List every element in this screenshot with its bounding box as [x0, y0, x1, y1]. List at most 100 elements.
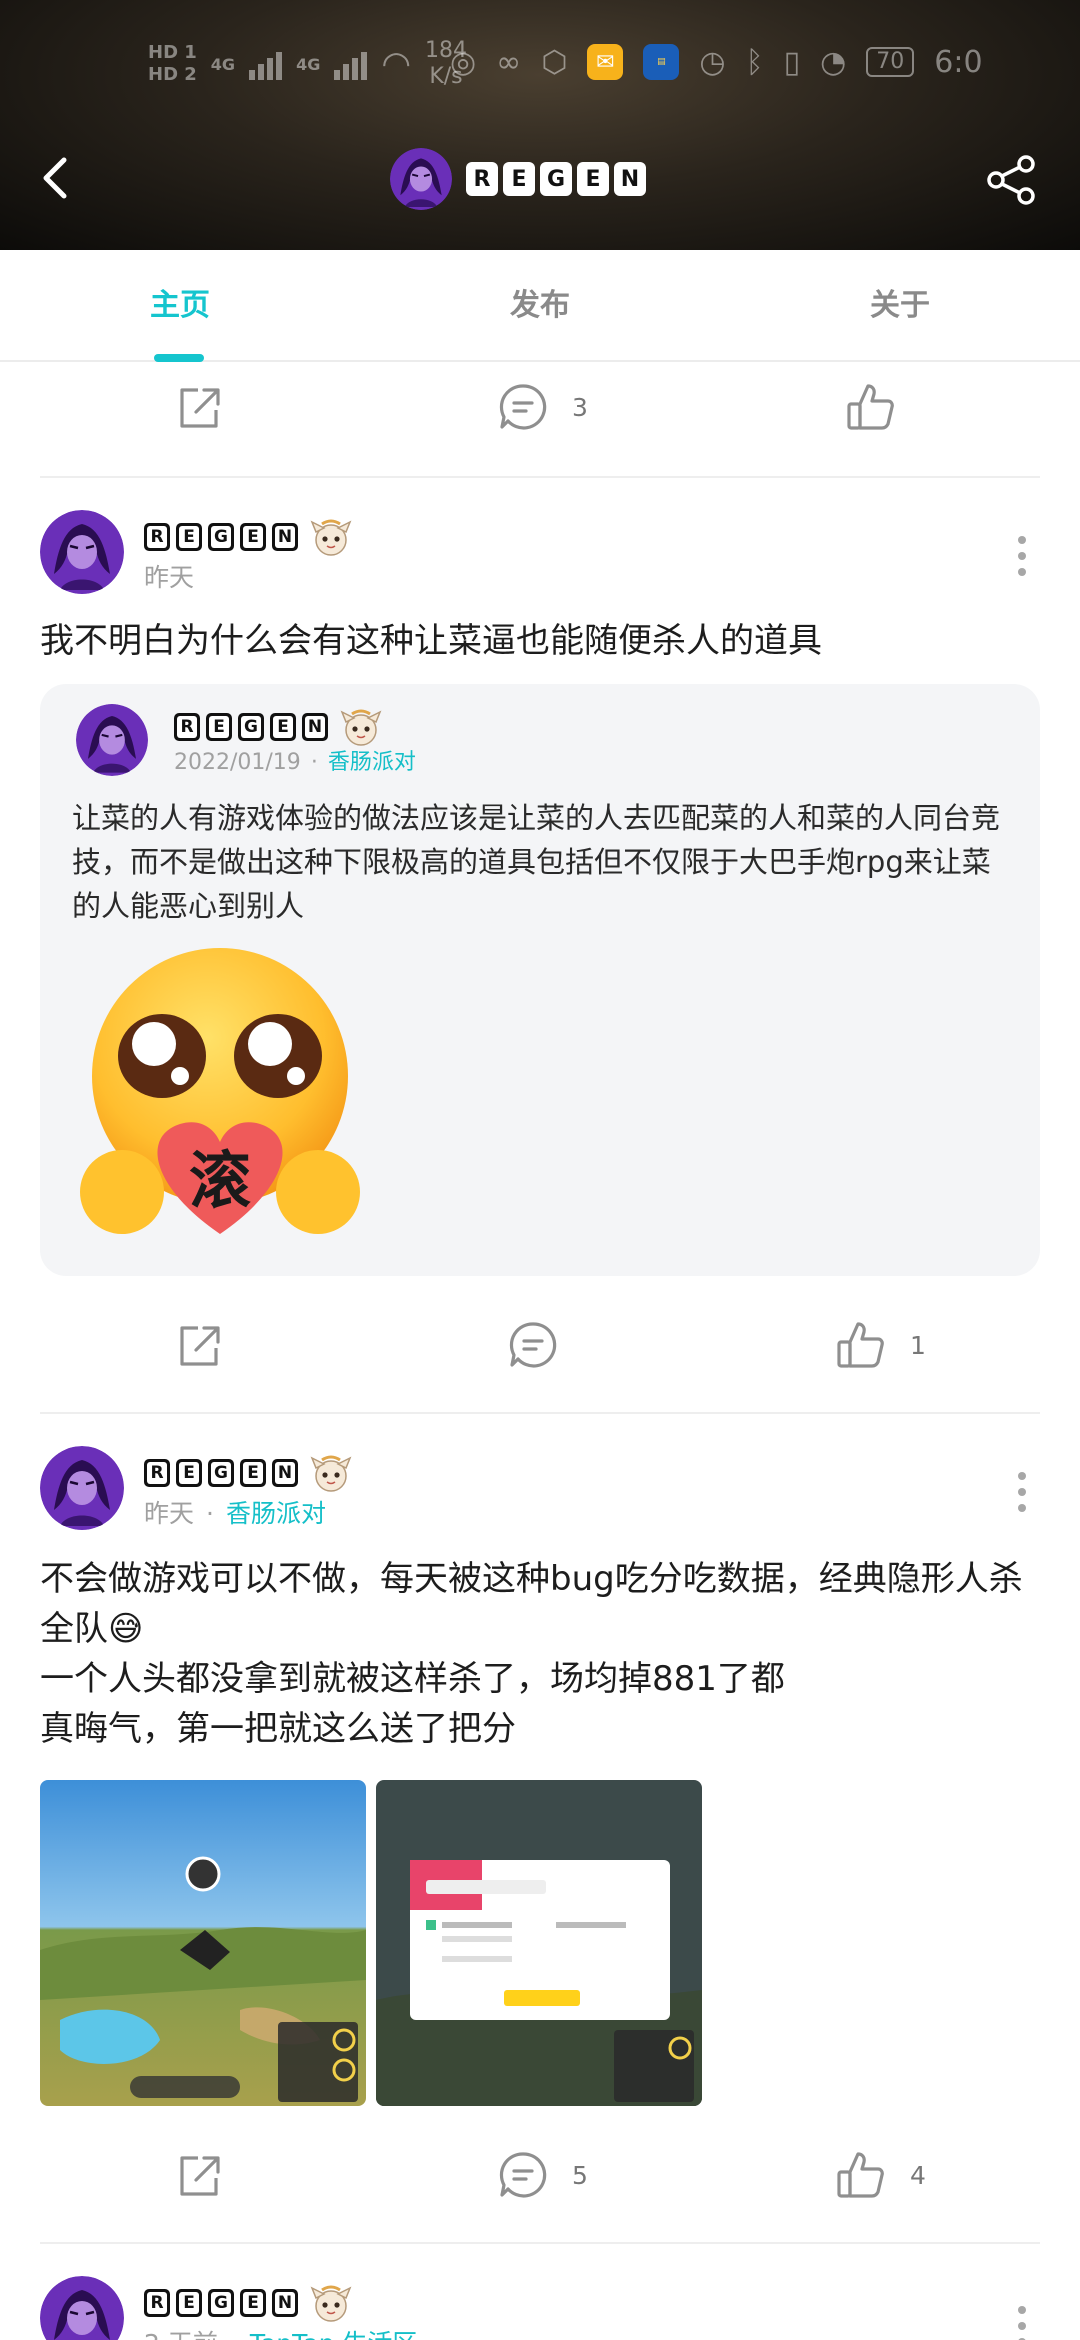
- post-actions: 5 4: [0, 2130, 1080, 2220]
- avatar[interactable]: [40, 2276, 124, 2340]
- like-button[interactable]: [844, 362, 920, 452]
- avatar[interactable]: [40, 1446, 124, 1530]
- name-letter: E: [240, 523, 266, 551]
- comment-count: 5: [572, 2160, 588, 2190]
- name-letter: G: [208, 2289, 234, 2317]
- quoted-post[interactable]: R E G E N 2022/01/19 · 香肠派对 让菜的人有游戏体验的做法应该…: [40, 684, 1040, 1276]
- network-type-2: 4G: [296, 54, 321, 74]
- author-name[interactable]: R E G E N: [144, 2282, 352, 2324]
- vibrate-icon: ▯: [783, 44, 801, 80]
- like-button[interactable]: 4: [834, 2130, 926, 2220]
- tab-about[interactable]: 关于: [800, 250, 1000, 362]
- forward-button[interactable]: [172, 362, 226, 452]
- status-left: HD 1 HD 2 4G 4G ◠ 184 K/s: [148, 38, 467, 90]
- emoji-sticker-image[interactable]: 滚: [70, 946, 370, 1246]
- quoted-author-name[interactable]: R E G E N: [174, 706, 382, 748]
- name-letter: E: [270, 713, 296, 741]
- alarm-icon: ◷: [699, 44, 726, 80]
- name-letter: R: [174, 713, 200, 741]
- network-type-1: 4G: [210, 54, 236, 74]
- post-time: 昨天: [144, 1499, 195, 1528]
- name-letter: R: [144, 1459, 170, 1487]
- author-name[interactable]: R E G E N: [144, 1452, 352, 1494]
- name-letter: N: [302, 713, 328, 741]
- link-icon: ∞: [496, 44, 522, 80]
- forward-button[interactable]: [172, 2130, 226, 2220]
- like-button[interactable]: 1: [834, 1300, 926, 1390]
- user-badge-icon: [310, 2282, 352, 2324]
- sync-icon: ◎: [450, 44, 477, 80]
- user-badge-icon: [310, 1452, 352, 1494]
- name-letter: N: [272, 1459, 298, 1487]
- more-options-icon[interactable]: [1012, 536, 1032, 576]
- name-letter: G: [238, 713, 264, 741]
- comment-icon: [506, 1318, 560, 1372]
- comment-count: 3: [572, 392, 588, 422]
- app-header: HD 1 HD 2 4G 4G ◠ 184 K/s ◎ ∞ ⬡ ✉ ▤ ◷ ᛒ ▯…: [0, 0, 1080, 250]
- quoted-text: 让菜的人有游戏体验的做法应该是让菜的人去匹配菜的人和菜的人同台竞技，而不是做出这…: [72, 801, 1001, 923]
- post-text[interactable]: 不会做游戏可以不做，每天被这种bug吃分吃数据，经典隐形人杀全队😅 一个人头都没…: [40, 1554, 1040, 1754]
- game-app-icon: ▤: [643, 44, 680, 80]
- comment-button[interactable]: [506, 1300, 582, 1390]
- forward-button[interactable]: [172, 1300, 226, 1390]
- mail-app-icon: ✉: [587, 44, 624, 80]
- name-letter: G: [208, 1459, 234, 1487]
- status-bar: HD 1 HD 2 4G 4G ◠ 184 K/s ◎ ∞ ⬡ ✉ ▤ ◷ ᛒ ▯…: [0, 30, 1080, 110]
- clock: 6:0: [934, 44, 983, 80]
- comment-button[interactable]: 3: [496, 362, 588, 452]
- name-letter: E: [176, 2289, 202, 2317]
- divider: [40, 2242, 1040, 2244]
- tab-home[interactable]: 主页: [80, 250, 280, 362]
- author-name[interactable]: R E G E N: [144, 516, 352, 558]
- game-screenshot-image[interactable]: [40, 1780, 366, 2106]
- avatar[interactable]: [76, 704, 148, 776]
- shield-icon: ⬡: [541, 44, 568, 80]
- back-button[interactable]: [30, 150, 80, 206]
- avatar[interactable]: [40, 510, 124, 594]
- bluetooth-icon: ᛒ: [745, 44, 764, 80]
- share-nodes-icon: [987, 155, 1035, 205]
- like-icon: [834, 2148, 888, 2202]
- post-text[interactable]: 我不明白为什么会有这种让菜逼也能随便杀人的道具: [40, 616, 1040, 666]
- post-meta: 昨天: [144, 558, 194, 594]
- name-letter: E: [176, 523, 202, 551]
- report-dialog-screenshot-image[interactable]: [376, 1780, 702, 2106]
- name-letter: N: [272, 523, 298, 551]
- comment-icon: [496, 2148, 550, 2202]
- forum-tag[interactable]: TapTap 生活区: [250, 2329, 418, 2340]
- tab-bar: 主页 发布 关于: [0, 250, 1080, 362]
- post-header: R E G E N 2 天前·TapTap 生活区: [40, 2276, 1040, 2340]
- forum-tag[interactable]: 香肠派对: [328, 750, 416, 775]
- status-right: ◎ ∞ ⬡ ✉ ▤ ◷ ᛒ ▯ ◔ 70 6:0: [450, 44, 983, 80]
- post-time: 2 天前: [144, 2329, 218, 2340]
- quoted-meta: 2022/01/19 · 香肠派对: [174, 750, 416, 775]
- forum-tag[interactable]: 香肠派对: [226, 1499, 326, 1528]
- signal-icon: [249, 48, 283, 80]
- like-icon: [834, 1318, 888, 1372]
- divider: [40, 1412, 1040, 1414]
- like-count: 1: [910, 1330, 926, 1360]
- profile-title: R E G E N: [390, 148, 646, 210]
- forward-icon: [172, 380, 226, 434]
- name-letter: E: [240, 1459, 266, 1487]
- post-actions: 1: [0, 1300, 1080, 1390]
- user-badge-icon: [340, 706, 382, 748]
- chevron-left-icon: [43, 157, 67, 199]
- name-letter: E: [577, 162, 609, 196]
- profile-name: R E G E N: [466, 162, 646, 196]
- more-options-icon[interactable]: [1012, 1472, 1032, 1512]
- user-badge-icon: [310, 516, 352, 558]
- name-letter: E: [176, 1459, 202, 1487]
- post-meta: 2 天前·TapTap 生活区: [144, 2324, 417, 2340]
- post-time: 昨天: [144, 563, 195, 592]
- post-meta: 昨天 · 香肠派对: [144, 1499, 326, 1528]
- forward-icon: [172, 1318, 226, 1372]
- tab-posts[interactable]: 发布: [440, 250, 640, 362]
- comment-button[interactable]: 5: [496, 2130, 588, 2220]
- more-options-icon[interactable]: [1012, 2306, 1032, 2340]
- name-letter: G: [208, 523, 234, 551]
- name-letter: R: [144, 2289, 170, 2317]
- name-letter: E: [240, 2289, 266, 2317]
- name-letter: E: [206, 713, 232, 741]
- share-button[interactable]: [984, 152, 1040, 208]
